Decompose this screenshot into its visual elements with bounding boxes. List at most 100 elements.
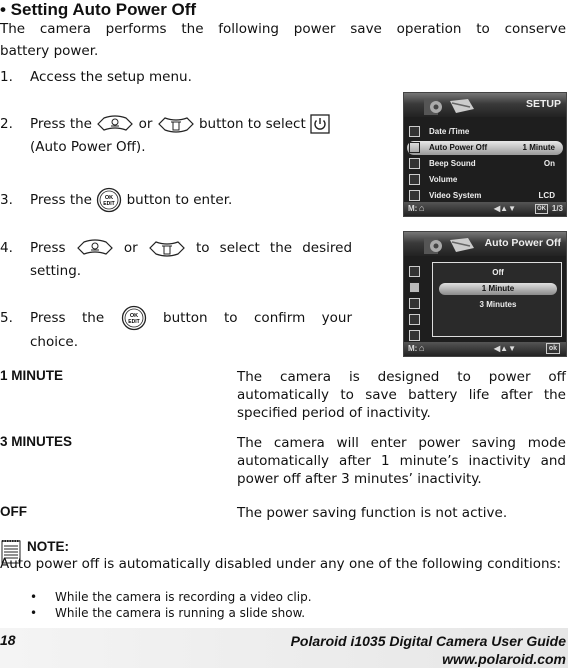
row-value: On xyxy=(543,159,555,168)
self-timer-up-button-icon xyxy=(97,115,134,131)
menu-home-icon: M: xyxy=(408,344,418,353)
screen-header: SETUP xyxy=(404,93,566,117)
power-icon xyxy=(409,282,420,293)
website-link[interactable]: www.polaroid.com xyxy=(291,650,566,668)
option-3-minutes[interactable]: 3 Minutes xyxy=(439,299,557,311)
screen-header: Auto Power Off xyxy=(404,232,566,256)
setup-menu-screen: SETUP Date /Time Auto Power Off 1 Minute… xyxy=(403,92,567,217)
date-time-icon xyxy=(409,266,420,277)
step-text: to select the desired xyxy=(195,240,353,256)
step-number: 3. xyxy=(0,192,13,208)
ok-edit-button-icon: OK EDIT xyxy=(121,305,146,331)
row-value: LCD xyxy=(538,191,555,200)
bullet-icon: • xyxy=(30,590,38,604)
nav-arrows-icon: ◀▲▼ xyxy=(494,204,516,213)
step-text: or xyxy=(123,240,138,256)
step-text: Press the xyxy=(30,116,92,132)
note-bullet-2: • While the camera is running a slide sho… xyxy=(30,605,305,622)
menu-row-beep-sound[interactable]: Beep Sound On xyxy=(407,157,563,171)
step-5: 5. Press the OK EDIT button to confirm yo… xyxy=(0,305,352,354)
step-text: Press the xyxy=(30,192,92,208)
power-icon xyxy=(310,114,330,134)
note-text: Auto power off is automatically disabled… xyxy=(0,556,562,572)
step-2: 2. Press the or button to select (Auto Po… xyxy=(0,113,330,159)
svg-text:EDIT: EDIT xyxy=(104,201,115,207)
step-text: or xyxy=(138,116,153,132)
step-text: Access the setup menu. xyxy=(30,69,192,85)
step-text: button to select xyxy=(198,116,306,132)
option-1-minute[interactable]: 1 Minute xyxy=(439,283,557,295)
step-4: 4. Press or to select the desired setting… xyxy=(0,237,352,283)
step-text: button to enter. xyxy=(126,192,233,208)
home-icon: ⌂ xyxy=(419,203,425,213)
menu-row-video-system[interactable]: Video System LCD xyxy=(407,189,563,203)
speaker-icon xyxy=(409,158,420,169)
step-3: 3. Press the OK EDIT button to enter. xyxy=(0,187,232,213)
screen-footer: M: ⌂ ◀▲▼ OK 1/3 xyxy=(404,202,566,216)
tv-icon xyxy=(409,190,420,201)
note-bullet-1: • While the camera is recording a video c… xyxy=(30,589,312,606)
step-text: choice. xyxy=(30,334,79,350)
desc-1-minute: The camera is designed to power off auto… xyxy=(237,369,566,421)
bullet-icon: • xyxy=(30,606,38,620)
section-title: • Setting Auto Power Off xyxy=(0,0,197,19)
menu-row-date-time[interactable]: Date /Time xyxy=(407,125,563,139)
option-off[interactable]: Off xyxy=(439,267,557,279)
desc-3-minutes: The camera will enter power saving mode … xyxy=(237,435,566,487)
guide-title-block: Polaroid i1035 Digital Camera User Guide… xyxy=(291,632,566,668)
term-off: OFF xyxy=(0,504,27,519)
home-icon: ⌂ xyxy=(419,343,425,353)
tv-icon xyxy=(409,330,420,341)
options-popup: Off 1 Minute 3 Minutes xyxy=(432,262,562,337)
row-value: 1 Minute xyxy=(522,143,555,152)
speaker-icon xyxy=(409,298,420,309)
page-indicator: 1/3 xyxy=(551,204,563,213)
step-number: 4. xyxy=(0,240,13,256)
bullet-text: While the camera is running a slide show… xyxy=(55,606,306,620)
screen-title: SETUP xyxy=(525,98,561,110)
note-title: NOTE: xyxy=(27,539,69,554)
setup-tools-icon xyxy=(424,99,474,115)
intro-paragraph: The camera performs the following power … xyxy=(0,18,566,62)
menu-row-volume[interactable]: Volume xyxy=(407,173,563,187)
step-number: 2. xyxy=(0,116,13,132)
volume-bars-icon xyxy=(409,174,420,185)
step-text: (Auto Power Off). xyxy=(30,139,146,155)
step-text: Press the xyxy=(30,310,105,326)
desc-off: The power saving function is not active. xyxy=(237,505,508,521)
menu-home-icon: M: xyxy=(408,204,418,213)
setup-tools-icon xyxy=(424,238,474,254)
step-text: button to confirm your xyxy=(163,310,353,326)
screen-footer: M: ⌂ ◀▲▼ ok xyxy=(404,342,566,356)
row-label: Volume xyxy=(429,175,458,184)
term-3-minutes: 3 MINUTES xyxy=(0,434,73,449)
step-text: Press xyxy=(30,240,66,256)
nav-arrows-icon: ◀▲▼ xyxy=(494,344,516,353)
date-time-icon xyxy=(409,126,420,137)
trash-down-button-icon xyxy=(157,117,194,133)
step-number: 1. xyxy=(0,69,13,85)
row-label: Date /Time xyxy=(429,127,470,136)
row-label: Video System xyxy=(429,191,482,200)
step-number: 5. xyxy=(0,310,13,326)
trash-down-button-icon xyxy=(148,241,185,257)
ok-edit-button-icon: OK EDIT xyxy=(97,187,122,213)
screen-title: Auto Power Off xyxy=(484,237,561,249)
page-number: 18 xyxy=(0,632,16,648)
guide-title: Polaroid i1035 Digital Camera User Guide xyxy=(290,633,566,649)
bullet-text: While the camera is recording a video cl… xyxy=(55,590,312,604)
term-1-minute: 1 MINUTE xyxy=(0,368,64,383)
volume-bars-icon xyxy=(409,314,420,325)
intro-line-2: battery power. xyxy=(0,43,99,59)
row-label: Auto Power Off xyxy=(429,143,488,152)
row-label: Beep Sound xyxy=(429,159,476,168)
intro-line-1: The camera performs the following power … xyxy=(0,21,566,37)
power-icon xyxy=(409,142,420,153)
ok-icon: OK xyxy=(535,204,548,214)
step-text: setting. xyxy=(30,263,82,279)
self-timer-up-button-icon xyxy=(76,239,113,255)
svg-text:EDIT: EDIT xyxy=(128,319,139,325)
step-1: 1. Access the setup menu. xyxy=(0,66,192,89)
menu-row-auto-power-off[interactable]: Auto Power Off 1 Minute xyxy=(407,141,563,155)
note-body: Auto power off is automatically disabled… xyxy=(0,555,566,573)
